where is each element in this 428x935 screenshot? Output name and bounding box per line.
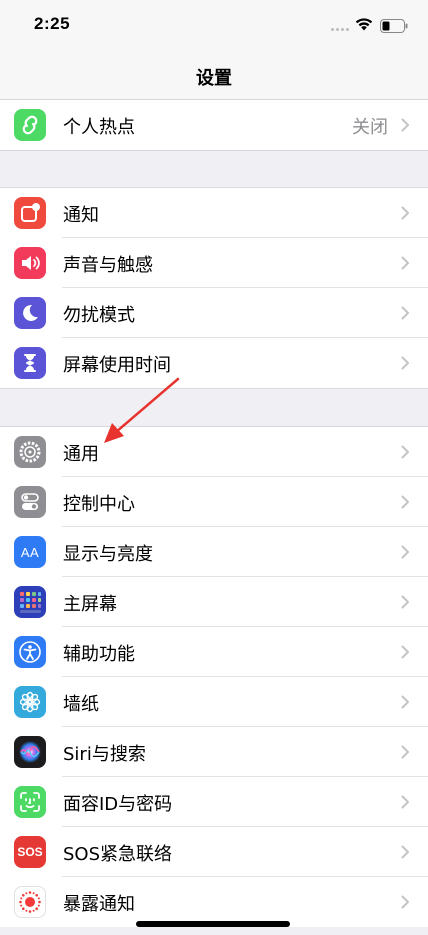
row-label: SOS紧急联络	[63, 844, 173, 865]
home-screen-icon	[14, 586, 46, 618]
status-time: 2:25	[34, 14, 71, 33]
wifi-icon	[355, 18, 373, 31]
row-label: 通知	[63, 205, 99, 226]
chevron-right-icon	[401, 595, 409, 609]
accessibility-icon	[14, 636, 46, 668]
row-label: 通用	[63, 444, 99, 465]
row-label: 辅助功能	[63, 644, 135, 665]
row-label: 显示与亮度	[63, 544, 153, 565]
chevron-right-icon	[401, 256, 409, 270]
chevron-right-icon	[401, 545, 409, 559]
chevron-right-icon	[401, 795, 409, 809]
hotspot-icon	[14, 109, 46, 141]
chevron-right-icon	[401, 695, 409, 709]
chevron-right-icon	[401, 356, 409, 370]
row-label: 面容ID与密码	[63, 794, 173, 815]
toggles-icon	[14, 486, 46, 518]
chevron-right-icon	[401, 745, 409, 759]
home-indicator[interactable]	[136, 921, 290, 927]
notifications-icon	[14, 197, 46, 229]
exposure-icon	[14, 886, 46, 918]
sound-icon	[14, 247, 46, 279]
row-label: 声音与触感	[63, 255, 153, 276]
settings-row-wallpaper[interactable]: 墙纸	[0, 677, 428, 727]
cellular-signal-icon	[331, 28, 349, 31]
settings-row-do-not-disturb[interactable]: 勿扰模式	[0, 288, 428, 338]
nav-bar: 设置	[0, 52, 428, 100]
settings-row-accessibility[interactable]: 辅助功能	[0, 627, 428, 677]
chevron-right-icon	[401, 306, 409, 320]
settings-row-home-screen[interactable]: 主屏幕	[0, 577, 428, 627]
chevron-right-icon	[401, 895, 409, 909]
page-title: 设置	[196, 68, 232, 89]
chevron-right-icon	[401, 206, 409, 220]
row-label: 勿扰模式	[63, 305, 135, 326]
gear-icon	[14, 436, 46, 468]
battery-icon	[380, 19, 408, 33]
settings-row-hotspot[interactable]: 个人热点 关闭	[0, 100, 428, 150]
row-label: 暴露通知	[63, 894, 135, 915]
icon-glyph: SOS	[17, 845, 43, 859]
settings-row-control-center[interactable]: 控制中心	[0, 477, 428, 527]
settings-row-general[interactable]: 通用	[0, 427, 428, 477]
chevron-right-icon	[401, 845, 409, 859]
row-label: 墙纸	[63, 694, 99, 715]
siri-icon	[14, 736, 46, 768]
chevron-right-icon	[401, 445, 409, 459]
settings-row-sounds[interactable]: 声音与触感	[0, 238, 428, 288]
row-value: 关闭	[352, 117, 388, 138]
row-label: 主屏幕	[63, 594, 117, 615]
row-label: 屏幕使用时间	[63, 355, 171, 376]
chevron-right-icon	[401, 645, 409, 659]
settings-row-notifications[interactable]: 通知	[0, 188, 428, 238]
settings-row-display[interactable]: AA 显示与亮度	[0, 527, 428, 577]
row-label: Siri与搜索	[63, 744, 146, 765]
row-label: 控制中心	[63, 494, 135, 515]
settings-row-emergency-sos[interactable]: SOS SOS紧急联络	[0, 827, 428, 877]
status-bar: 2:25	[0, 0, 428, 52]
chevron-right-icon	[401, 495, 409, 509]
icon-glyph: AA	[20, 544, 40, 560]
face-id-icon	[14, 786, 46, 818]
row-label: 个人热点	[63, 117, 135, 138]
text-size-icon: AA	[14, 536, 46, 568]
settings-group-network: 个人热点 关闭	[0, 100, 428, 151]
settings-row-exposure-notifications[interactable]: 暴露通知	[0, 877, 428, 927]
hourglass-icon	[14, 347, 46, 379]
sos-icon: SOS	[14, 836, 46, 868]
settings-row-siri[interactable]: Siri与搜索	[0, 727, 428, 777]
settings-group-general: 通用 控制中心 AA 显示与亮度 主屏幕 辅助功能 墙纸 Siri与搜索 面容I…	[0, 426, 428, 927]
chevron-right-icon	[401, 118, 409, 132]
settings-row-face-id[interactable]: 面容ID与密码	[0, 777, 428, 827]
settings-group-notifications: 通知 声音与触感 勿扰模式 屏幕使用时间	[0, 187, 428, 389]
moon-icon	[14, 297, 46, 329]
flower-icon	[14, 686, 46, 718]
settings-row-screen-time[interactable]: 屏幕使用时间	[0, 338, 428, 388]
